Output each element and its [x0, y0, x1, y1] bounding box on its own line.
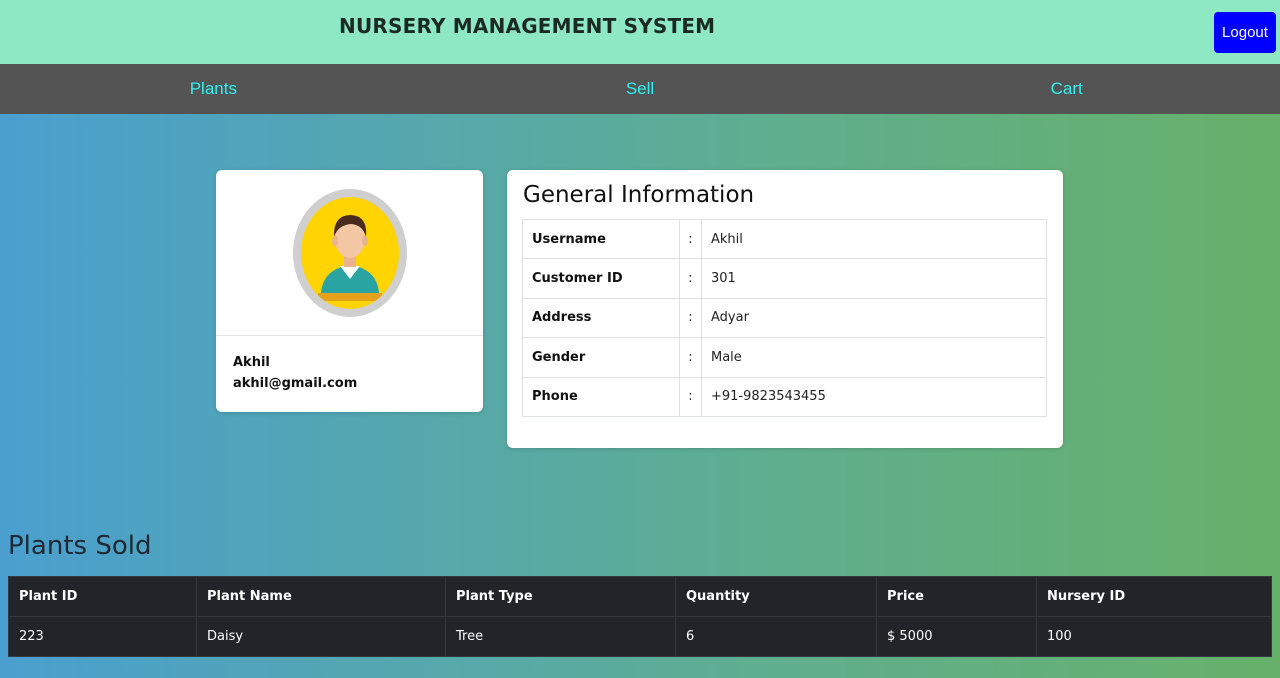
info-separator: :	[679, 258, 702, 299]
column-header-nursery-id: Nursery ID	[1036, 576, 1272, 617]
header-bar: NURSERY MANAGEMENT SYSTEM Logout	[0, 0, 1280, 64]
general-info-table: Username : Akhil Customer ID : 301 Addre…	[522, 218, 1047, 417]
info-row-phone: Phone : +91-9823543455	[522, 376, 1047, 417]
info-value: Male	[701, 337, 1047, 378]
info-separator: :	[679, 297, 702, 339]
profile-email: akhil@gmail.com	[233, 376, 358, 391]
nav-link-sell[interactable]: Sell	[427, 64, 854, 114]
info-value: +91-9823543455	[701, 376, 1047, 417]
app-title: NURSERY MANAGEMENT SYSTEM	[339, 14, 716, 38]
column-header-price: Price	[876, 576, 1037, 617]
column-header-plant-id: Plant ID	[8, 576, 197, 617]
plants-sold-table: Plant ID Plant Name Plant Type Quantity …	[8, 576, 1272, 657]
cell-quantity: 6	[675, 616, 877, 657]
cell-price: $ 5000	[876, 616, 1037, 657]
general-info-card: General Information Username : Akhil Cus…	[507, 170, 1063, 448]
info-separator: :	[679, 337, 702, 378]
general-info-title: General Information	[523, 182, 755, 208]
user-avatar-icon	[293, 189, 407, 317]
info-row-username: Username : Akhil	[522, 218, 1047, 260]
profile-card: Akhil akhil@gmail.com	[216, 170, 483, 412]
plants-sold-title: Plants Sold	[8, 531, 152, 561]
info-label: Customer ID	[522, 258, 680, 299]
cell-plant-type: Tree	[445, 616, 676, 657]
info-label: Address	[522, 297, 680, 339]
info-separator: :	[679, 218, 702, 260]
info-row-address: Address : Adyar	[522, 297, 1047, 339]
info-value: Akhil	[701, 218, 1047, 260]
info-row-customer-id: Customer ID : 301	[522, 258, 1047, 299]
table-row: 223 Daisy Tree 6 $ 5000 100	[8, 616, 1272, 657]
column-header-plant-type: Plant Type	[445, 576, 676, 617]
profile-name: Akhil	[233, 355, 270, 370]
info-value: Adyar	[701, 297, 1047, 339]
nav-link-cart[interactable]: Cart	[853, 64, 1280, 114]
info-label: Username	[522, 218, 680, 260]
info-label: Gender	[522, 337, 680, 378]
nav-bar: Plants Sell Cart	[0, 64, 1280, 114]
profile-divider	[216, 335, 483, 336]
info-label: Phone	[522, 376, 680, 417]
info-value: 301	[701, 258, 1047, 299]
column-header-quantity: Quantity	[675, 576, 877, 617]
logout-button[interactable]: Logout	[1214, 12, 1276, 53]
column-header-plant-name: Plant Name	[196, 576, 446, 617]
info-row-gender: Gender : Male	[522, 337, 1047, 378]
cell-nursery-id: 100	[1036, 616, 1272, 657]
table-header-row: Plant ID Plant Name Plant Type Quantity …	[8, 576, 1272, 617]
info-separator: :	[679, 376, 702, 417]
cell-plant-name: Daisy	[196, 616, 446, 657]
nav-link-plants[interactable]: Plants	[0, 64, 427, 114]
cell-plant-id: 223	[8, 616, 197, 657]
